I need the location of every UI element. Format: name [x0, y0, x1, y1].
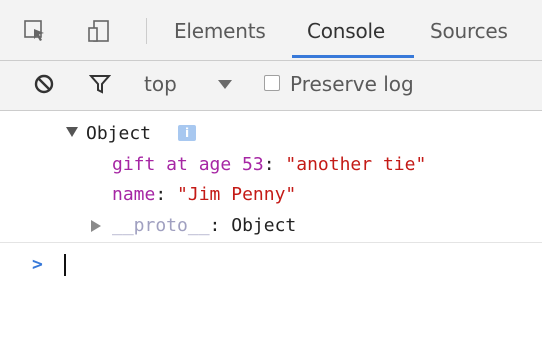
property-key: gift at age 53 [112, 154, 264, 175]
filter-icon[interactable] [88, 72, 112, 96]
property-value: "another tie" [285, 154, 427, 175]
proto-separator: : [209, 215, 232, 236]
preserve-log-label[interactable]: Preserve log [290, 70, 414, 98]
console-prompt-icon: > [32, 254, 43, 275]
object-summary[interactable]: Object [86, 121, 151, 147]
execution-context-select[interactable]: top [144, 70, 177, 98]
active-tab-indicator [292, 55, 414, 58]
toolbar-divider [146, 18, 147, 44]
console-divider [0, 242, 542, 243]
property-value: "Jim Penny" [177, 184, 297, 205]
info-badge-icon[interactable]: i [178, 125, 196, 141]
clear-console-icon[interactable] [32, 72, 56, 96]
property-key: name [112, 184, 156, 205]
proto-key: __proto__ [112, 215, 210, 236]
inspect-element-icon[interactable] [22, 18, 48, 44]
proto-property[interactable]: __proto__: Object [112, 213, 296, 239]
property-separator: : [263, 154, 286, 175]
preserve-log-checkbox[interactable] [264, 75, 280, 91]
expand-proto-triangle-icon[interactable] [91, 220, 101, 232]
chevron-down-icon[interactable] [218, 80, 232, 89]
tab-sources[interactable]: Sources [430, 14, 508, 50]
object-property: gift at age 53: "another tie" [112, 152, 426, 178]
tab-elements[interactable]: Elements [174, 14, 266, 50]
console-input[interactable] [64, 254, 66, 276]
device-toolbar-icon[interactable] [86, 18, 112, 44]
property-separator: : [155, 184, 178, 205]
proto-value: Object [231, 215, 297, 236]
object-property: name: "Jim Penny" [112, 182, 296, 208]
tab-console[interactable]: Console [307, 14, 385, 50]
expand-triangle-icon[interactable] [66, 127, 78, 137]
